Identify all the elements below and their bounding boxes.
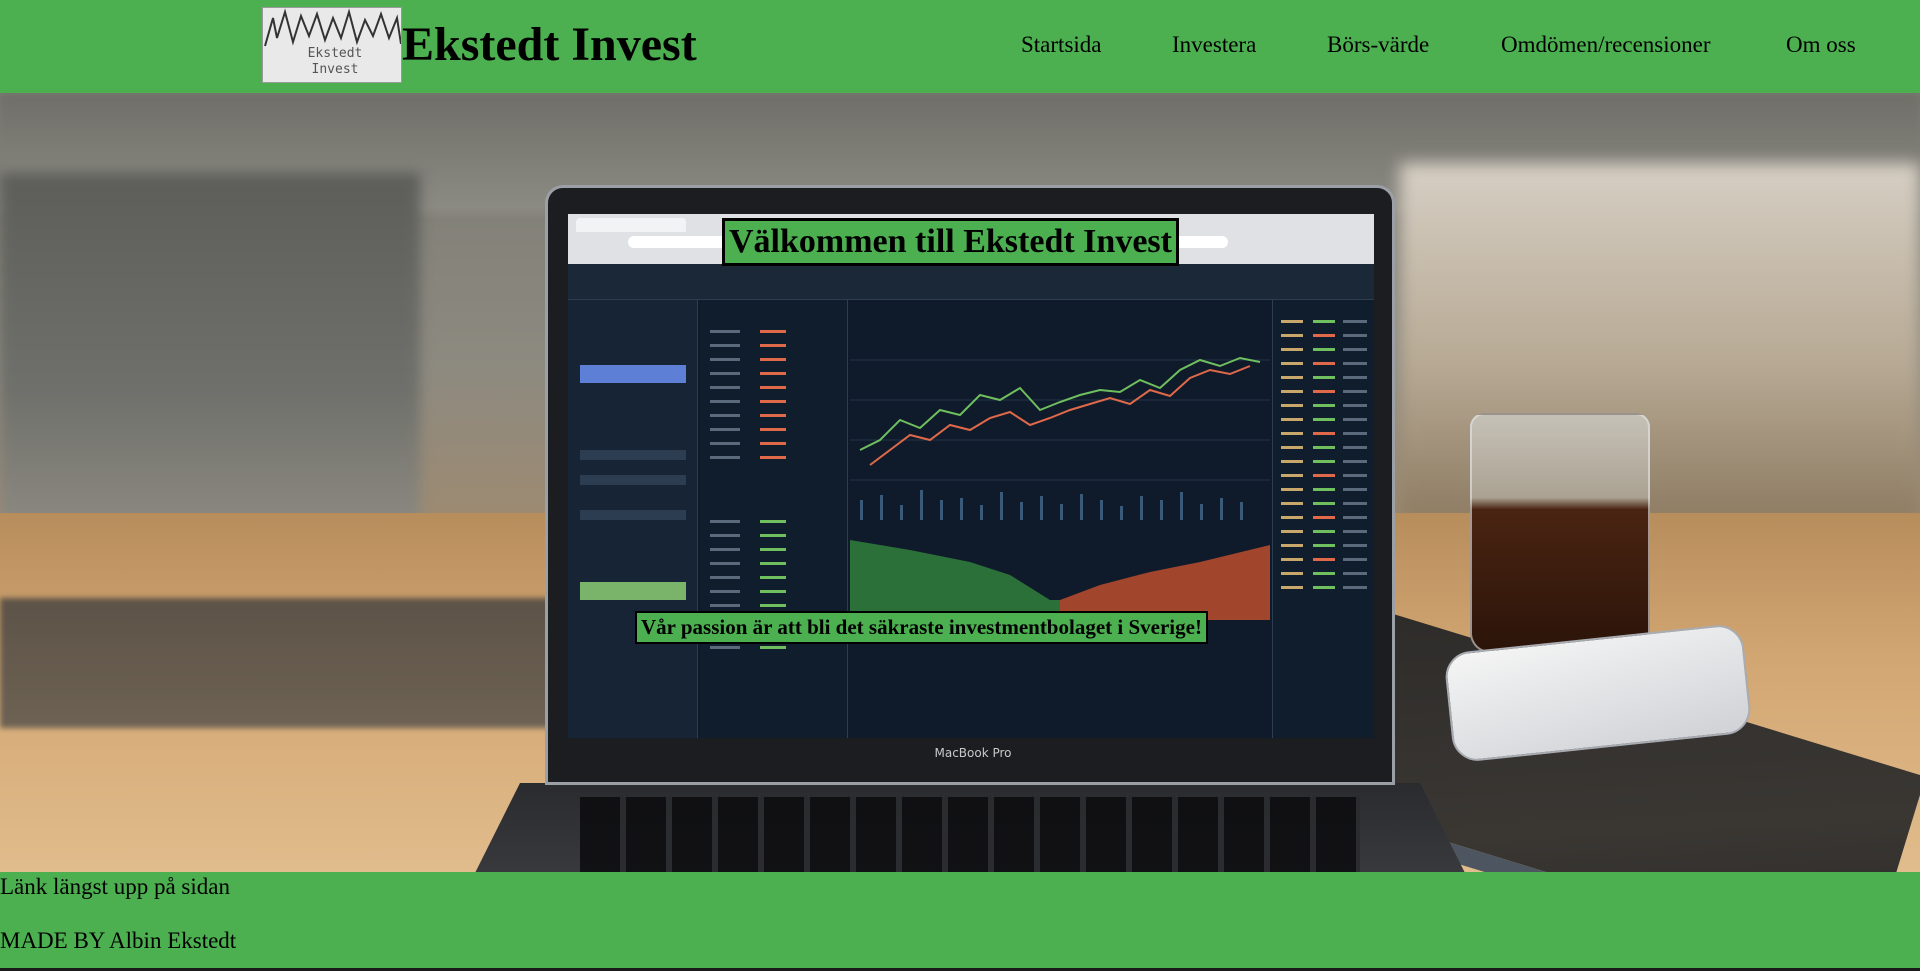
hero-laptop: MacBook Pro	[545, 185, 1395, 785]
screen-trade-history	[1272, 300, 1374, 738]
site-header: Ekstedt Invest Ekstedt Invest Startsida …	[0, 0, 1920, 93]
back-to-top-link[interactable]: Länk längst upp på sidan	[0, 872, 230, 902]
hero-subtitle: Vår passion är att bli det säkraste inve…	[635, 611, 1208, 644]
screen-form-row	[580, 510, 686, 520]
laptop-keyboard	[470, 783, 1470, 872]
nav-item-startsida[interactable]: Startsida	[1021, 30, 1102, 60]
hero-background-left	[0, 173, 420, 533]
screen-form-row	[580, 475, 686, 485]
screen-form-row	[580, 450, 686, 460]
screen-green-button	[580, 582, 686, 600]
screen-trade-rows	[1281, 320, 1367, 589]
screen-chart-graphic	[850, 356, 1270, 620]
hero-table-shadow	[0, 598, 560, 728]
screen-order-book-rows	[710, 330, 786, 649]
nav-item-omdomen[interactable]: Omdömen/recensioner	[1501, 30, 1710, 60]
nav-item-om-oss[interactable]: Om oss	[1786, 30, 1856, 60]
screen-browser-tab	[576, 218, 686, 232]
screen-blue-button	[580, 365, 686, 383]
hero-title: Välkommen till Ekstedt Invest	[722, 218, 1179, 266]
hero-section: MacBook Pro Välkommen till Ekstedt Inves…	[0, 93, 1920, 872]
made-by-text: MADE BY Albin Ekstedt	[0, 928, 237, 953]
screen-order-book	[700, 300, 848, 738]
screen-app-header	[568, 264, 1374, 300]
nav-item-bors-varde[interactable]: Börs-värde	[1327, 30, 1429, 60]
site-footer: Länk längst upp på sidan MADE BY Albin E…	[0, 872, 1920, 971]
hero-jar	[1470, 413, 1650, 653]
screen-price-chart	[850, 300, 1270, 738]
nav-item-investera[interactable]: Investera	[1172, 30, 1256, 60]
screen-order-form	[568, 300, 698, 738]
laptop-keys	[580, 797, 1360, 872]
laptop-screen	[568, 214, 1374, 738]
laptop-label: MacBook Pro	[934, 746, 1012, 760]
main-nav: Startsida Investera Börs-värde Omdömen/r…	[0, 30, 1920, 62]
